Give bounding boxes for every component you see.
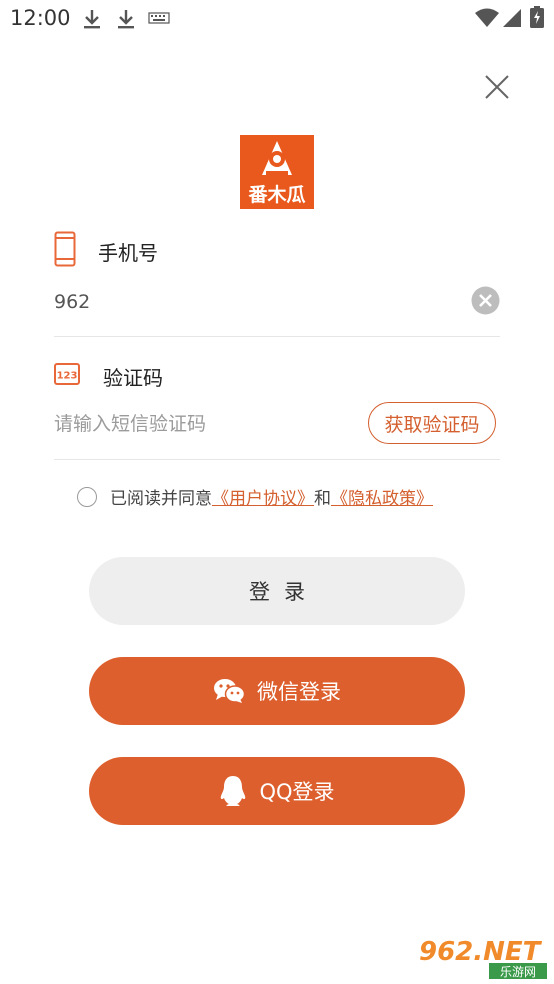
- phone-label: 手机号: [98, 241, 158, 265]
- qq-login-button[interactable]: QQ登录: [89, 757, 465, 825]
- watermark-962-icon: 962.NET 乐游网: [415, 934, 549, 980]
- user-agreement-link[interactable]: 《用户协议》: [212, 489, 314, 509]
- qq-login-label: QQ登录: [259, 780, 335, 804]
- watermark-top-text: 962.NET: [419, 937, 543, 967]
- agreement-radio[interactable]: [77, 487, 97, 507]
- wifi-icon: [475, 8, 499, 27]
- watermark-bottom-text: 乐游网: [500, 965, 536, 979]
- logo-text: 番木瓜: [247, 183, 305, 206]
- signal-icon: [503, 9, 521, 27]
- divider: [54, 459, 500, 460]
- agreement-and: 和: [314, 489, 331, 509]
- code-label: 验证码: [103, 366, 163, 390]
- download-icon: [118, 10, 134, 29]
- privacy-policy-link[interactable]: 《隐私政策》: [331, 489, 433, 509]
- login-button[interactable]: 登录: [89, 557, 465, 625]
- svg-text:123: 123: [57, 371, 78, 382]
- login-button-label: 登录: [249, 580, 319, 604]
- phone-icon: [54, 231, 76, 267]
- clear-input-icon[interactable]: [471, 286, 500, 315]
- agreement-prefix: 已阅读并同意: [110, 489, 212, 509]
- wechat-login-button[interactable]: 微信登录: [89, 657, 465, 725]
- wechat-icon: [214, 679, 245, 703]
- wechat-login-label: 微信登录: [257, 680, 341, 704]
- download-icon: [84, 10, 100, 29]
- papaya-logo-icon: 番木瓜: [247, 141, 306, 206]
- qq-icon: [221, 776, 246, 806]
- close-icon[interactable]: [482, 72, 512, 102]
- watermark-logo: 962.NET 乐游网: [415, 934, 549, 980]
- status-time: 12:00: [10, 6, 71, 30]
- get-code-button[interactable]: 获取验证码: [368, 402, 496, 444]
- app-logo: 番木瓜: [240, 135, 314, 209]
- verification-code-icon: 123: [54, 363, 80, 385]
- phone-input[interactable]: [54, 285, 454, 319]
- agreement-text: 已阅读并同意《用户协议》和《隐私政策》: [110, 484, 433, 509]
- code-input[interactable]: [54, 407, 354, 441]
- divider: [54, 336, 500, 337]
- keyboard-icon: [148, 12, 170, 24]
- battery-icon: [530, 6, 544, 28]
